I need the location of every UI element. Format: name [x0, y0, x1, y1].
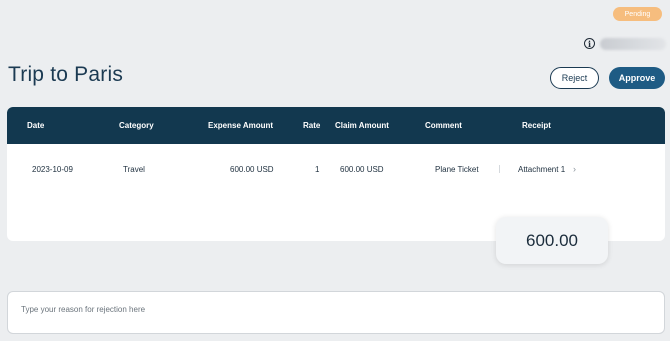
cell-comment: Plane Ticket — [435, 165, 479, 174]
column-header-claim-amount: Claim Amount — [335, 121, 389, 130]
cell-date: 2023-10-09 — [32, 165, 73, 174]
column-header-receipt: Receipt — [522, 121, 551, 130]
status-badge: Pending — [613, 7, 662, 21]
chevron-right-icon[interactable]: › — [573, 164, 576, 174]
page-title: Trip to Paris — [8, 63, 124, 86]
reject-button[interactable]: Reject — [550, 67, 599, 89]
total-amount: 600.00 — [496, 217, 608, 264]
column-header-date: Date — [27, 121, 45, 130]
cell-category: Travel — [123, 165, 145, 174]
info-icon[interactable]: i — [584, 38, 595, 49]
table-header: Date Category Expense Amount Rate Claim … — [7, 107, 665, 144]
receipt-attachment-link[interactable]: Attachment 1 — [518, 165, 565, 174]
column-header-rate: Rate — [303, 121, 321, 130]
rejection-reason-input[interactable] — [7, 291, 665, 334]
user-name-redacted — [600, 38, 666, 50]
column-header-comment: Comment — [425, 121, 462, 130]
column-header-category: Category — [119, 121, 154, 130]
cell-expense-amount: 600.00 USD — [230, 165, 274, 174]
cell-claim-amount: 600.00 USD — [340, 165, 384, 174]
cell-divider — [499, 165, 500, 173]
cell-rate: 1 — [315, 165, 320, 174]
approve-button[interactable]: Approve — [609, 67, 665, 89]
column-header-expense-amount: Expense Amount — [208, 121, 274, 130]
